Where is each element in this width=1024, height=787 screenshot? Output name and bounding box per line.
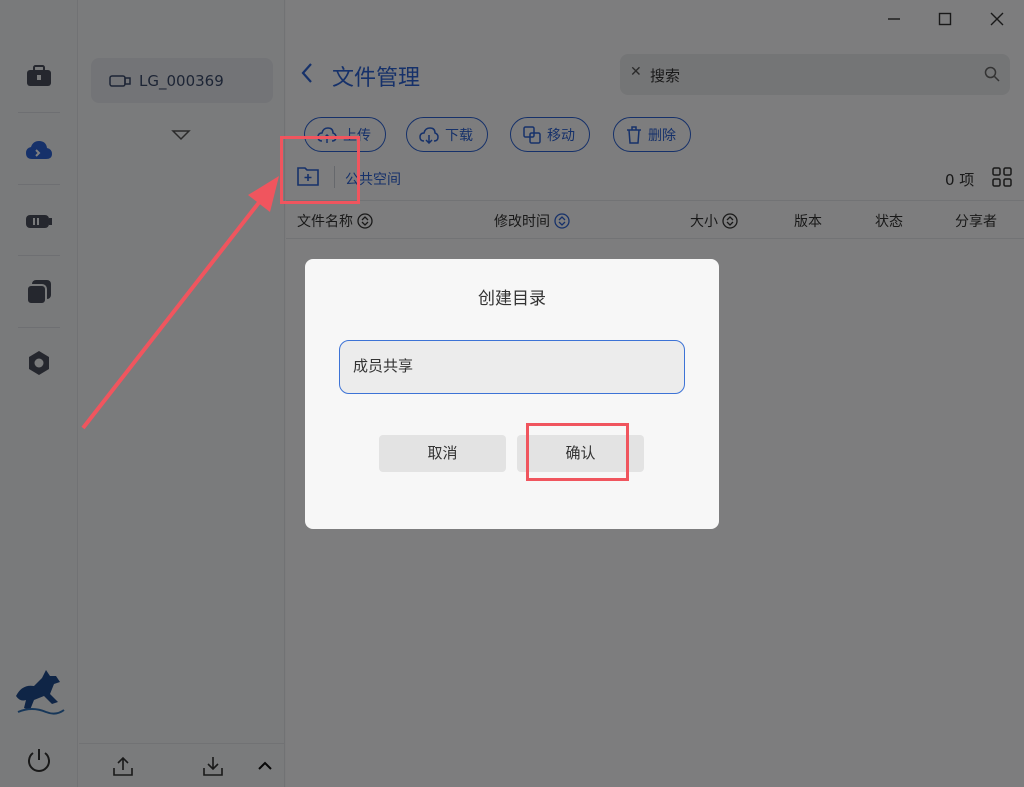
annotation-arrow [81,176,279,430]
